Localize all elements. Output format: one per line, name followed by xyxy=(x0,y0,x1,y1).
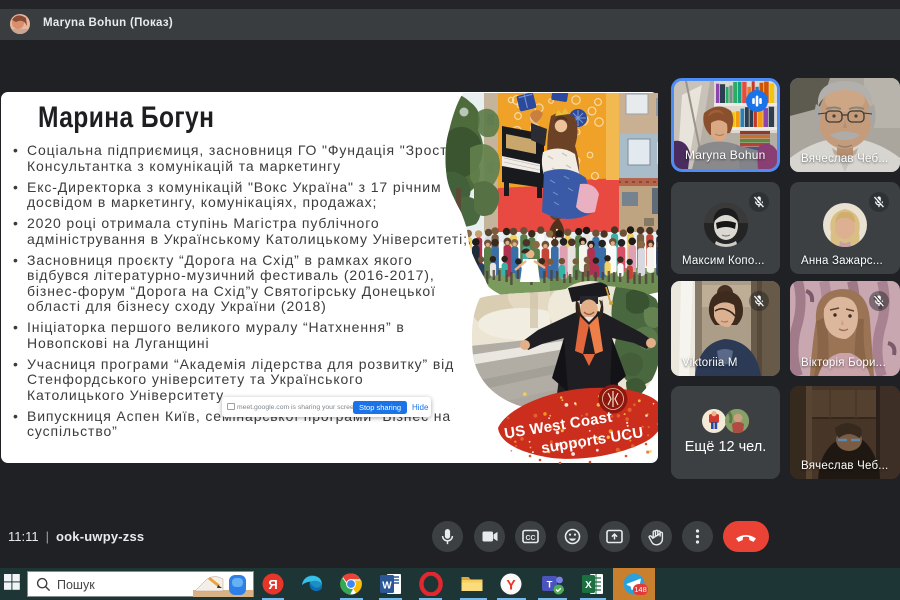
svg-text:W: W xyxy=(382,581,392,592)
svg-text:CC: CC xyxy=(526,535,536,542)
svg-text:Я: Я xyxy=(268,577,277,592)
svg-text:T: T xyxy=(547,580,553,591)
svg-text:X: X xyxy=(585,580,592,591)
svg-text:Y: Y xyxy=(506,577,516,593)
